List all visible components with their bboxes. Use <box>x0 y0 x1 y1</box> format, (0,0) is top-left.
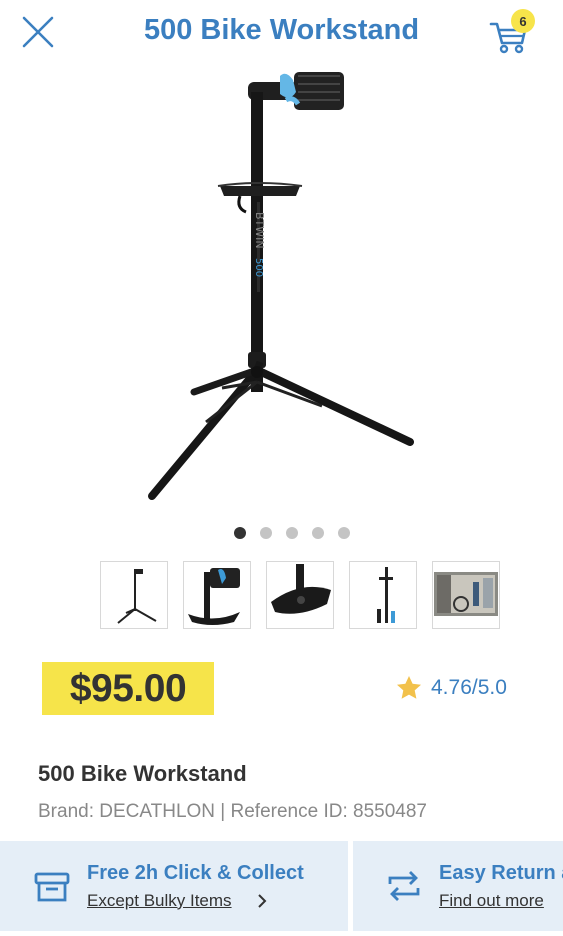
product-meta: Brand: DECATHLON | Reference ID: 8550487 <box>38 801 427 822</box>
service-title: Easy Return and Exchange <box>439 861 563 884</box>
service-banners: Free 2h Click & Collect Except Bulky Ite… <box>0 841 563 936</box>
gallery-dot[interactable] <box>337 527 350 539</box>
thumbnail-2[interactable] <box>183 561 251 629</box>
gallery-dot[interactable] <box>285 527 298 539</box>
price-badge: $95.00 <box>42 662 214 715</box>
exchange-arrows-icon <box>388 871 420 901</box>
gallery-dots <box>0 527 563 539</box>
cart-count-badge: 6 <box>511 9 535 33</box>
star-icon <box>397 676 421 699</box>
price: $95.00 <box>69 666 187 710</box>
svg-text:BTWIN: BTWIN <box>253 212 266 249</box>
gallery-dot[interactable] <box>311 527 324 539</box>
header: 500 Bike Workstand 6 <box>0 0 563 64</box>
thumbnail-strip <box>100 561 500 629</box>
product-name: 500 Bike Workstand <box>38 761 247 786</box>
service-link[interactable]: Find out more <box>439 891 544 911</box>
service-link[interactable]: Except Bulky Items <box>87 891 232 911</box>
thumbnail-3[interactable] <box>266 561 334 629</box>
thumbnail-5[interactable] <box>432 561 500 629</box>
click-and-collect-banner[interactable]: Free 2h Click & Collect Except Bulky Ite… <box>0 841 348 931</box>
gallery-dot[interactable] <box>233 527 246 539</box>
chevron-right-icon[interactable] <box>256 893 268 908</box>
svg-text:500: 500 <box>253 258 264 277</box>
store-box-icon <box>34 872 70 902</box>
product-main-image[interactable]: BTWIN 500 <box>110 62 450 510</box>
rating[interactable]: 4.76/5.0 <box>396 675 507 700</box>
thumbnail-4[interactable] <box>349 561 417 629</box>
cart-button[interactable]: 6 <box>488 9 540 56</box>
page-title: 500 Bike Workstand <box>143 14 420 46</box>
gallery-dot[interactable] <box>259 527 272 539</box>
easy-return-banner[interactable]: Easy Return and Exchange Find out more <box>353 841 563 931</box>
thumbnail-1[interactable] <box>100 561 168 629</box>
service-title: Free 2h Click & Collect <box>87 861 304 884</box>
rating-value: 4.76/5.0 <box>431 675 507 699</box>
